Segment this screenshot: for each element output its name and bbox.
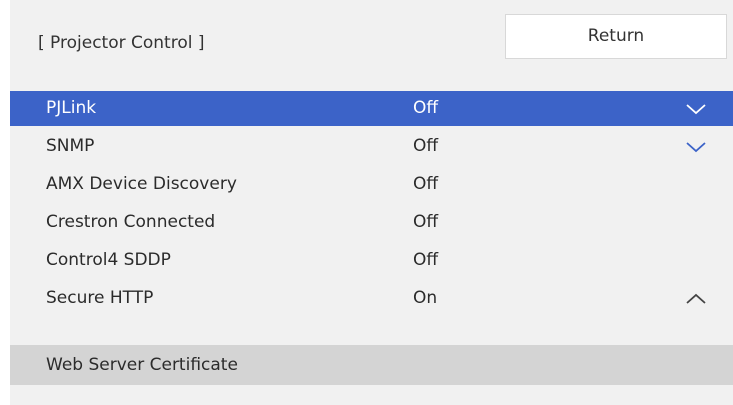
setting-value: Off — [413, 136, 439, 156]
return-button[interactable]: Return — [505, 14, 727, 59]
panel-header: [ Projector Control ] Return — [10, 0, 733, 88]
setting-value: Off — [413, 250, 439, 270]
setting-row-secure-http[interactable]: Secure HTTP On — [10, 278, 733, 316]
setting-label: PJLink — [46, 98, 97, 118]
projector-control-panel: [ Projector Control ] Return PJLink Off … — [10, 0, 733, 405]
chevron-down-icon[interactable] — [685, 138, 707, 156]
setting-row-pjlink[interactable]: PJLink Off — [10, 88, 733, 126]
subitem-label: Web Server Certificate — [46, 355, 238, 375]
subitem-web-server-certificate[interactable]: Web Server Certificate — [10, 345, 733, 385]
setting-label: SNMP — [46, 136, 95, 156]
setting-row-snmp[interactable]: SNMP Off — [10, 126, 733, 164]
setting-label: Secure HTTP — [46, 288, 154, 308]
setting-value: Off — [413, 212, 439, 232]
setting-value: Off — [413, 174, 439, 194]
chevron-up-icon[interactable] — [685, 290, 707, 308]
setting-row-amx-device-discovery[interactable]: AMX Device Discovery Off — [10, 164, 733, 202]
setting-row-control4-sddp[interactable]: Control4 SDDP Off — [10, 240, 733, 278]
page-title: [ Projector Control ] — [38, 33, 205, 53]
setting-label: Crestron Connected — [46, 212, 216, 232]
setting-row-crestron-connected[interactable]: Crestron Connected Off — [10, 202, 733, 240]
setting-value: On — [413, 288, 438, 308]
settings-list: PJLink Off SNMP Off AMX Device Discovery… — [10, 88, 733, 316]
setting-label: Control4 SDDP — [46, 250, 171, 270]
chevron-down-icon[interactable] — [685, 100, 707, 118]
setting-label: AMX Device Discovery — [46, 174, 237, 194]
setting-value: Off — [413, 98, 439, 118]
